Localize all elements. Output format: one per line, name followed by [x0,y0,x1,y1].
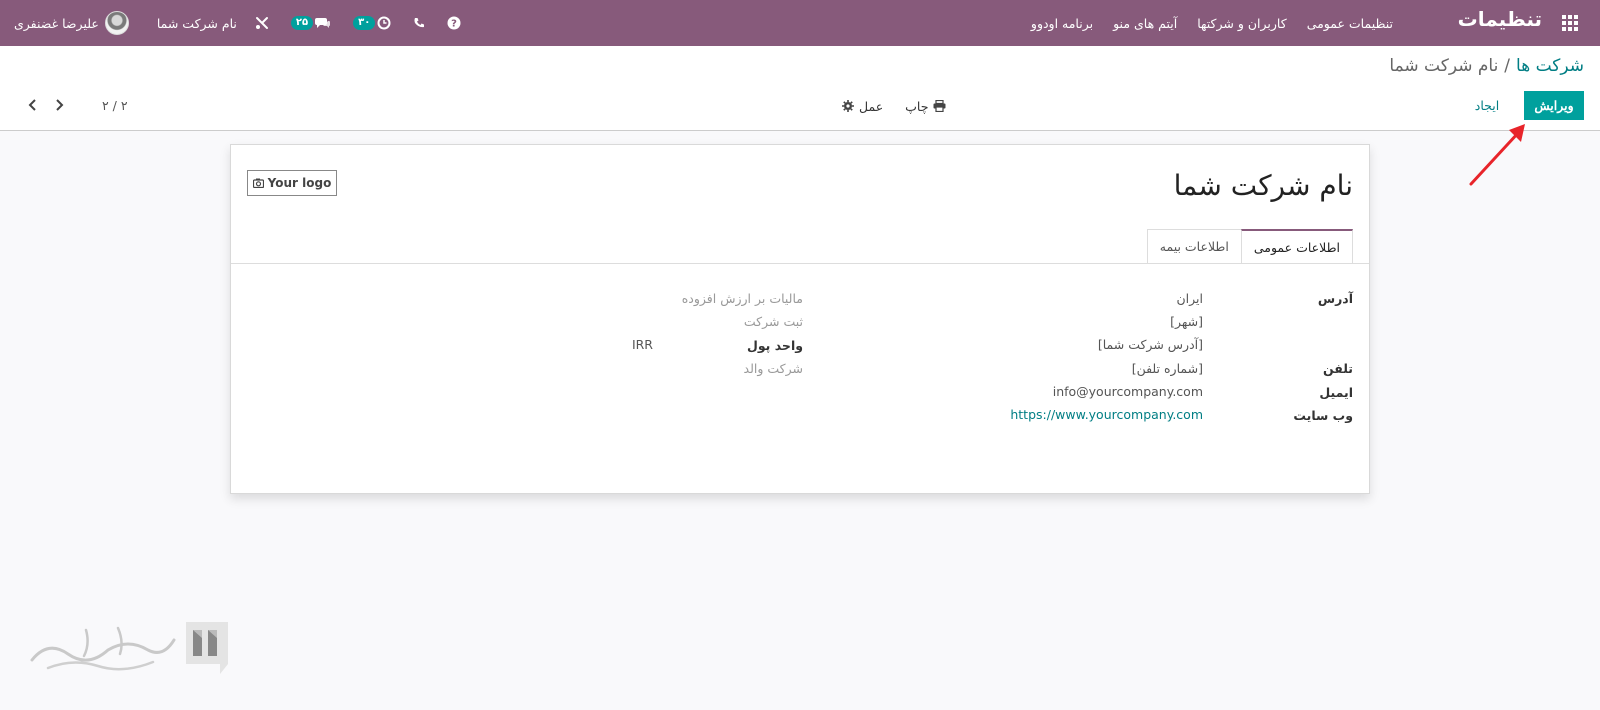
city-value: [شهر] [1170,314,1203,329]
annotation-arrow-icon [1469,124,1525,186]
address-label: آدرس [1317,291,1353,306]
message-count-badge: ۲۵ [290,16,314,30]
user-menu[interactable]: علیرضا غضنفری [14,11,129,35]
email-value: info@yourcompany.com [1052,384,1203,399]
pager: ۲ / ۲ [20,92,128,118]
debug-tools-button[interactable] [255,16,269,30]
help-button[interactable]: ? [447,16,461,30]
avatar [104,11,129,35]
street-value: [آدرس شرکت شما] [1097,337,1203,352]
chevron-right-icon [56,99,64,111]
pager-counter[interactable]: ۲ / ۲ [102,98,128,113]
form-tabs: اطلاعات عمومی اطلاعات بیمه [1146,229,1353,263]
clock-icon [377,16,391,30]
action-label: عمل [859,98,884,114]
website-label: وب سایت [1293,408,1353,423]
top-navbar: تنظیمات تنظیمات عمومی کاربران و شرکتها آ… [0,0,1600,46]
main-menu: تنظیمات عمومی کاربران و شرکتها آیتم های … [1031,0,1393,46]
breadcrumb-current: نام شرکت شما [1389,56,1499,76]
menu-item-users-companies[interactable]: کاربران و شرکتها [1197,16,1286,31]
action-menu-button[interactable]: عمل [842,99,883,114]
email-label: ایمیل [1319,385,1353,400]
menu-item-menu-items[interactable]: آیتم های منو [1113,16,1177,31]
company-name: نام شرکت شما [156,15,237,31]
pager-next-button[interactable] [46,92,72,118]
phone-icon [414,18,425,28]
breadcrumb-separator: / [1504,56,1511,76]
country-value: ایران [1176,291,1203,306]
chevron-left-icon [28,99,36,111]
logo-upload-button[interactable]: Your logo [247,170,337,196]
currency-label: واحد پول [746,338,803,353]
control-panel: شرکت ها / نام شرکت شما ویرایش ایجاد عمل … [0,46,1600,131]
print-menu-button[interactable]: چاپ [905,99,946,114]
gear-icon [842,100,854,112]
currency-value[interactable]: IRR [632,337,653,352]
voip-button[interactable] [413,17,425,29]
website-link[interactable]: https://www.yourcompany.com [1010,407,1203,422]
print-icon [933,100,946,112]
company-registry-label: ثبت شرکت [743,314,803,329]
messaging-menu[interactable]: ۲۵ [290,16,331,30]
pager-previous-button[interactable] [20,92,46,118]
breadcrumb-companies-link[interactable]: شرکت ها [1516,56,1584,76]
menu-item-odoo-app[interactable]: برنامه اودوو [1031,16,1093,31]
apps-menu-icon[interactable] [1560,13,1580,33]
parent-company-label: شرکت والد [743,361,803,376]
chat-icon [315,18,331,28]
vat-label: مالیات بر ارزش افزوده [681,291,803,306]
calligraphy-mark-icon [30,626,176,671]
user-name: علیرضا غضنفری [14,15,99,31]
company-form-sheet: Your logo نام شرکت شما اطلاعات عمومی اطل… [230,144,1370,494]
svg-text:?: ? [451,19,457,30]
phone-value: [شماره تلفن] [1131,361,1203,376]
edit-button[interactable]: ویرایش [1524,91,1584,120]
camera-icon [252,178,264,188]
print-label: چاپ [905,98,929,114]
tab-general-content: آدرس ایران [شهر] [آدرس شرکت شما] تلفن [ش… [231,265,1369,493]
tabs-divider [231,263,1369,264]
tab-general-info[interactable]: اطلاعات عمومی [1240,229,1353,263]
menu-item-general-settings[interactable]: تنظیمات عمومی [1307,16,1393,31]
action-group: عمل چاپ [842,94,946,118]
company-name-title: نام شرکت شما [1173,169,1353,202]
tab-insurance-info[interactable]: اطلاعات بیمه [1146,229,1241,263]
systray: علیرضا غضنفری نام شرکت شما ۲۵ ۳۰ ? [14,0,483,46]
activity-menu[interactable]: ۳۰ [353,16,391,30]
activity-count-badge: ۳۰ [353,16,376,30]
app-brand[interactable]: تنظیمات [1458,7,1542,31]
help-icon: ? [447,16,461,30]
watermark-logo [28,620,230,676]
tools-icon [255,17,268,29]
phone-label: تلفن [1322,361,1353,376]
breadcrumb: شرکت ها / نام شرکت شما [1389,56,1584,76]
create-button[interactable]: ایجاد [1466,91,1508,120]
company-switcher[interactable]: نام شرکت شما [157,16,237,31]
logo-label: Your logo [267,176,332,190]
brand-square-icon [186,622,228,674]
